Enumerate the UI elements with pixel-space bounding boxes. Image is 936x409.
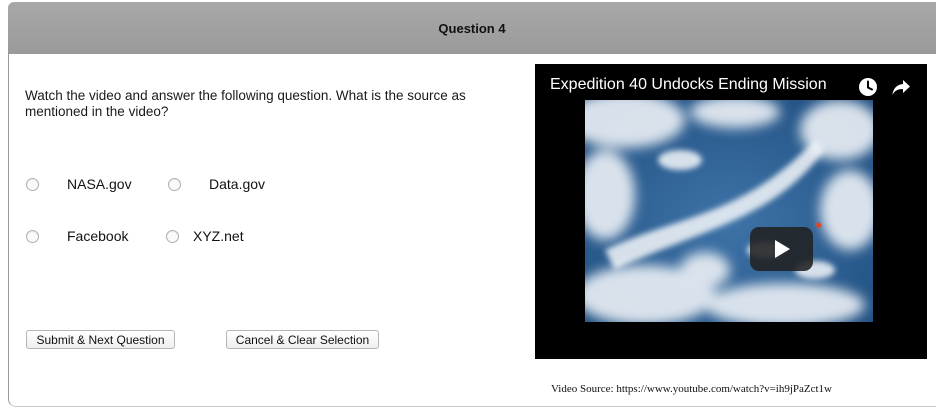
question-title: Question 4 — [438, 20, 506, 36]
radio-data-gov[interactable] — [168, 177, 181, 191]
radio-nasa-gov[interactable] — [26, 177, 39, 191]
video-source-text: Video Source: https://www.youtube.com/wa… — [551, 383, 832, 395]
play-icon — [774, 240, 790, 258]
option-xyz-net[interactable]: XYZ.net — [166, 228, 244, 244]
option-data-gov[interactable]: Data.gov — [168, 176, 265, 192]
submit-next-button[interactable]: Submit & Next Question — [26, 330, 175, 349]
cancel-clear-button[interactable]: Cancel & Clear Selection — [226, 330, 379, 349]
option-label-xyz-net: XYZ.net — [193, 228, 244, 244]
option-label-facebook: Facebook — [67, 228, 129, 244]
radio-facebook[interactable] — [26, 229, 39, 243]
option-label-data-gov: Data.gov — [209, 176, 266, 192]
share-icon[interactable] — [891, 77, 911, 97]
earth-view-image — [585, 100, 873, 322]
option-nasa-gov[interactable]: NASA.gov — [26, 176, 132, 192]
option-facebook[interactable]: Facebook — [26, 228, 128, 244]
question-prompt: Watch the video and answer the following… — [25, 88, 466, 119]
option-label-nasa-gov: NASA.gov — [67, 176, 132, 192]
video-thumbnail[interactable] — [585, 100, 873, 322]
play-button[interactable] — [750, 227, 813, 271]
clock-icon[interactable] — [858, 77, 878, 97]
radio-xyz-net[interactable] — [166, 229, 179, 243]
video-player[interactable]: Expedition 40 Undocks Ending Mission — [535, 64, 927, 359]
question-header: Question 4 — [8, 2, 936, 54]
video-title[interactable]: Expedition 40 Undocks Ending Mission — [550, 76, 827, 94]
